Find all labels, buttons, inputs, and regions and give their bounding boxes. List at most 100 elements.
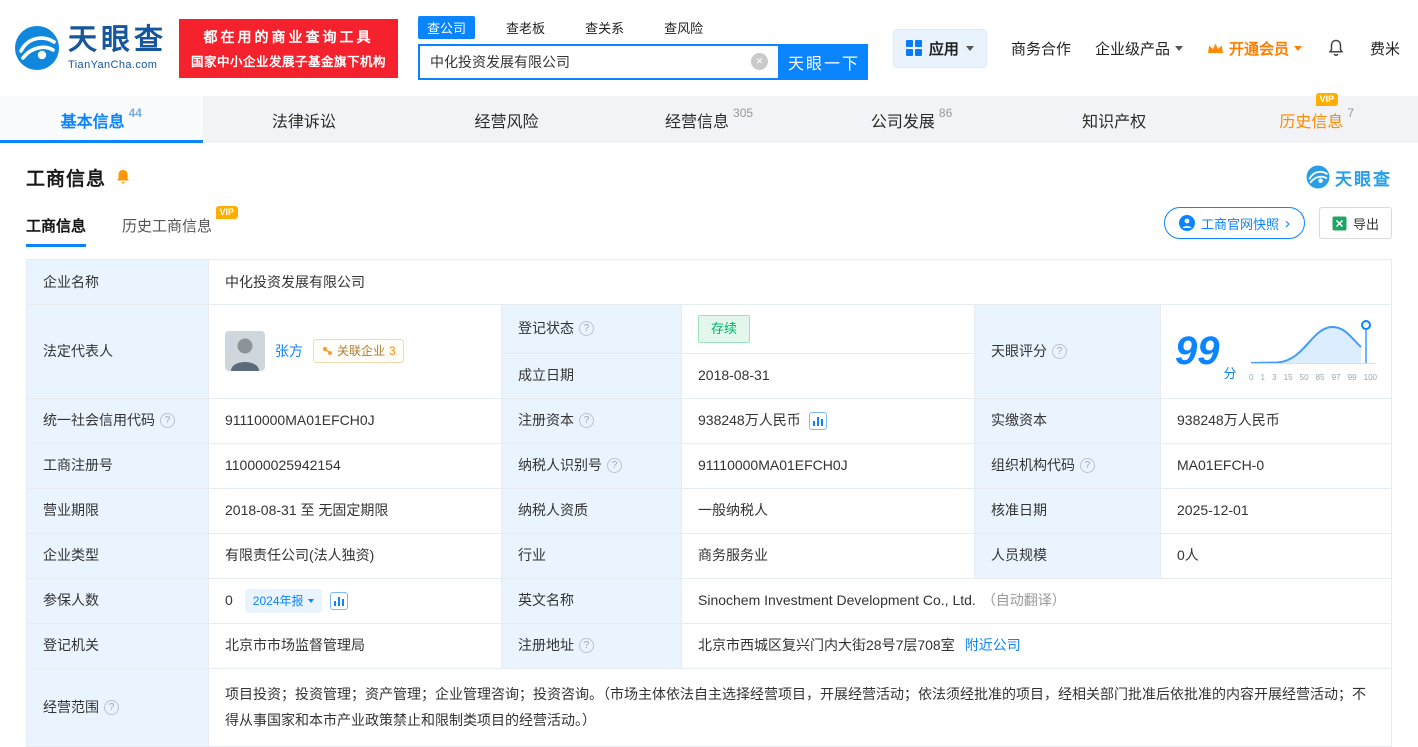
chevron-down-icon	[307, 598, 314, 603]
slogan-line1: 都在用的商业查询工具	[203, 28, 374, 45]
axis-tick: 0	[1249, 372, 1254, 382]
menu-enterprise-label: 企业级产品	[1094, 40, 1170, 58]
tab-operating-info[interactable]: 经营信息 305	[608, 96, 811, 143]
legal-rep-value: 张方 关联企业 3	[209, 305, 502, 399]
help-icon[interactable]	[579, 413, 594, 428]
section-title: 工商信息	[26, 168, 107, 190]
help-icon[interactable]	[607, 458, 622, 473]
subscribe-bell-icon[interactable]	[114, 168, 132, 186]
industry-label: 行业	[502, 533, 682, 579]
org-code-label: 组织机构代码	[975, 443, 1161, 489]
header-menu: 应用 商务合作 企业级产品 开通会员 费米	[892, 28, 1400, 68]
company-name-label: 企业名称	[27, 260, 209, 305]
english-name-value: Sinochem Investment Development Co., Ltd…	[682, 578, 1392, 624]
apps-button[interactable]: 应用	[892, 28, 987, 68]
tab-count: 305	[733, 105, 754, 120]
tab-label: 经营风险	[474, 113, 539, 131]
watermark-text: 天眼查	[1335, 169, 1392, 189]
official-snapshot-button[interactable]: 工商官网快照	[1163, 207, 1305, 239]
notification-bell-icon[interactable]	[1326, 38, 1346, 58]
axis-tick: 1	[1260, 372, 1265, 382]
subtab-history-business-info[interactable]: 历史工商信息 VIP	[122, 206, 239, 247]
related-count: 3	[389, 344, 396, 359]
tab-label: 经营信息	[665, 113, 730, 131]
help-icon[interactable]	[160, 413, 175, 428]
industry-value: 商务服务业	[682, 533, 975, 579]
watermark-logo: 天眼查	[1306, 165, 1392, 190]
english-name-label: 英文名称	[502, 578, 682, 624]
business-term-value: 2018-08-31 至 无固定期限	[209, 488, 502, 534]
search-input[interactable]	[430, 53, 752, 70]
tianyan-score-value: 99 分 0 1 3 15 50 85 97 99 100	[1161, 305, 1392, 399]
brand-slogan: 都在用的商业查询工具 国家中小企业发展子基金旗下机构	[179, 18, 399, 78]
search-box	[418, 43, 781, 80]
tianyancha-logo-icon	[15, 26, 59, 70]
business-scope-value: 项目投资；投资管理；资产管理；企业管理咨询；投资咨询。（市场主体依法自主选择经营…	[209, 668, 1392, 747]
search-button[interactable]: 天眼一下	[780, 43, 869, 80]
export-button[interactable]: 导出	[1318, 207, 1392, 239]
registered-capital-label: 注册资本	[502, 398, 682, 444]
search-row: 天眼一下	[418, 43, 869, 80]
taxpayer-quality-value: 一般纳税人	[682, 488, 975, 534]
axis-tick: 97	[1331, 372, 1341, 382]
help-icon[interactable]	[579, 638, 594, 653]
search-tab-boss[interactable]: 查老板	[497, 16, 554, 39]
insured-count-value: 0 2024年报	[209, 578, 502, 624]
subtab-business-info[interactable]: 工商信息	[26, 215, 87, 247]
snapshot-label: 工商官网快照	[1200, 216, 1279, 232]
chevron-right-icon	[1285, 216, 1290, 231]
menu-business-cooperation[interactable]: 商务合作	[1011, 38, 1071, 59]
annual-report-tag[interactable]: 2024年报	[244, 588, 322, 613]
slogan-line2: 国家中小企业发展子基金旗下机构	[191, 54, 387, 69]
business-info-table: 企业名称 中化投资发展有限公司 法定代表人 张方 关联企业 3 登记状态 ? 存…	[26, 259, 1392, 747]
help-icon[interactable]	[1052, 343, 1067, 359]
reg-number-label: 工商注册号	[27, 443, 209, 489]
capital-structure-icon[interactable]	[808, 411, 827, 430]
tab-basic-info[interactable]: 基本信息 44	[0, 96, 203, 143]
score-distribution-chart: 0 1 3 15 50 85 97 99 100	[1249, 319, 1377, 384]
established-label: 成立日期	[502, 353, 682, 399]
legal-rep-label: 法定代表人	[27, 305, 209, 399]
address-value: 北京市西城区复兴门内大街28号7层708室 附近公司	[682, 623, 1392, 669]
related-companies-tag[interactable]: 关联企业 3	[313, 339, 404, 364]
axis-tick: 100	[1363, 372, 1377, 382]
staff-size-label: 人员规模	[975, 533, 1161, 579]
registry-authority-label: 登记机关	[27, 623, 209, 669]
help-icon[interactable]	[104, 699, 119, 715]
established-value: 2018-08-31	[682, 353, 975, 399]
related-icon	[323, 347, 332, 356]
search-tab-risk[interactable]: 查风险	[655, 16, 712, 39]
search-tab-company[interactable]: 查公司	[418, 16, 476, 39]
registered-capital-value: 938248万人民币	[682, 398, 975, 444]
related-label: 关联企业	[337, 344, 386, 359]
apps-label: 应用	[928, 40, 959, 58]
reg-status-label: 登记状态	[502, 305, 682, 354]
chevron-down-icon	[1293, 45, 1302, 51]
tab-company-development[interactable]: 公司发展 86	[810, 96, 1013, 143]
help-icon[interactable]	[1080, 458, 1095, 473]
tab-legal-proceedings[interactable]: 法律诉讼	[203, 96, 406, 143]
business-term-label: 营业期限	[27, 488, 209, 534]
menu-enterprise-products[interactable]: 企业级产品	[1095, 38, 1183, 59]
menu-open-vip[interactable]: 开通会员	[1207, 38, 1302, 59]
tab-history-info[interactable]: 历史信息 VIP 7	[1215, 92, 1418, 143]
menu-user-name[interactable]: 费米	[1370, 38, 1400, 59]
report-chart-icon[interactable]	[329, 591, 348, 610]
tab-operating-risk[interactable]: 经营风险	[405, 96, 608, 143]
tab-intellectual-property[interactable]: 知识产权	[1013, 96, 1216, 143]
status-badge: 存续	[698, 315, 751, 343]
search-tab-relation[interactable]: 查关系	[576, 16, 633, 39]
apps-grid-icon	[905, 40, 922, 56]
axis-tick: 15	[1283, 372, 1293, 382]
address-label: 注册地址	[502, 623, 682, 669]
taxpayer-id-label: 纳税人识别号	[502, 443, 682, 489]
clear-search-icon[interactable]	[751, 53, 769, 70]
taxpayer-quality-label: 纳税人资质	[502, 488, 682, 534]
legal-rep-avatar[interactable]	[225, 331, 265, 372]
legal-rep-name-link[interactable]: 张方	[275, 341, 303, 362]
help-icon[interactable]	[579, 321, 594, 337]
tianyancha-logo[interactable]: 天眼查 TianYanCha.com	[14, 25, 167, 71]
nearby-companies-link[interactable]: 附近公司	[965, 635, 1021, 656]
insured-count-label: 参保人数	[27, 578, 209, 624]
tab-count: 44	[128, 105, 142, 120]
